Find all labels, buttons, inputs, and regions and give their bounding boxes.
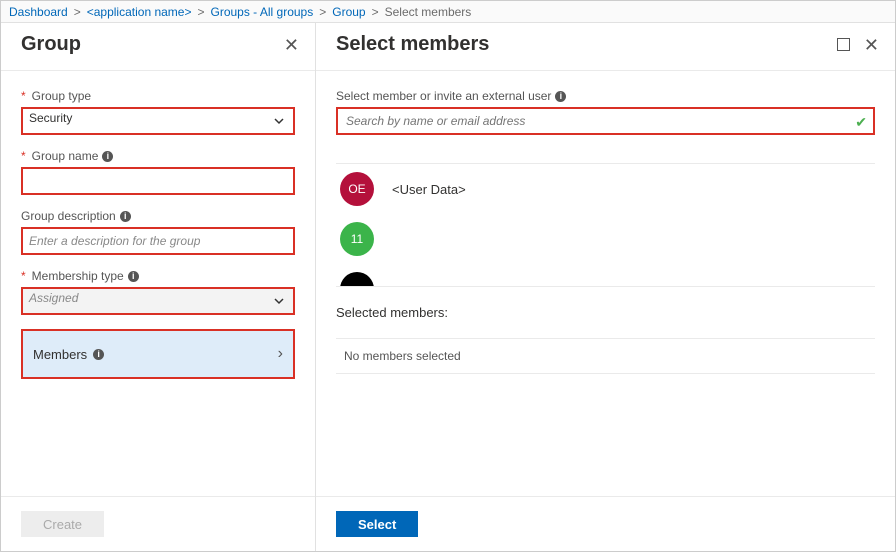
breadcrumb: Dashboard > <application name> > Groups … [1,1,895,23]
select-button[interactable]: Select [336,511,418,537]
group-blade-title: Group [21,33,81,56]
group-name-input[interactable] [23,169,293,193]
close-icon[interactable]: ✕ [864,36,879,54]
breadcrumb-sep: > [74,5,81,19]
member-row[interactable] [336,264,875,287]
group-type-label: *Group type [21,89,295,103]
select-members-header: Select members ✕ [316,23,895,70]
select-members-title: Select members [336,33,489,56]
breadcrumb-sep: > [197,5,204,19]
member-row[interactable]: 11 [336,214,875,264]
maximize-icon[interactable] [837,38,850,51]
info-icon[interactable]: i [120,211,131,222]
check-icon: ✔ [855,114,867,131]
chevron-right-icon: › [278,345,283,363]
breadcrumb-sep: > [319,5,326,19]
members-label-text: Members [33,347,87,362]
create-button[interactable]: Create [21,511,104,537]
member-name: <User Data> [392,182,466,197]
breadcrumb-current: Select members [385,5,472,19]
breadcrumb-group[interactable]: Group [332,5,365,19]
group-name-label: *Group name i [21,149,295,163]
close-icon[interactable]: ✕ [284,36,299,54]
member-row[interactable]: OE <User Data> [336,164,875,214]
breadcrumb-groups[interactable]: Groups - All groups [211,5,314,19]
group-blade-header: Group ✕ [1,23,315,70]
info-icon: i [93,349,104,360]
member-list[interactable]: OE <User Data> 11 [336,163,875,287]
avatar: 11 [340,222,374,256]
membership-type-select[interactable]: Assigned [21,287,295,315]
selected-members-box: No members selected [336,338,875,374]
group-type-select[interactable]: Security [21,107,295,135]
info-icon[interactable]: i [102,151,113,162]
membership-type-label: *Membership type i [21,269,295,283]
search-label: Select member or invite an external user… [336,89,875,103]
selected-members-label: Selected members: [336,305,875,320]
info-icon[interactable]: i [128,271,139,282]
group-desc-label: Group description i [21,209,295,223]
members-selector[interactable]: Members i › [21,329,295,379]
avatar: OE [340,172,374,206]
avatar [340,272,374,287]
group-desc-input[interactable] [23,229,293,253]
info-icon[interactable]: i [555,91,566,102]
breadcrumb-sep: > [372,5,379,19]
member-search-input[interactable] [338,109,873,133]
breadcrumb-dashboard[interactable]: Dashboard [9,5,68,19]
breadcrumb-app[interactable]: <application name> [87,5,192,19]
